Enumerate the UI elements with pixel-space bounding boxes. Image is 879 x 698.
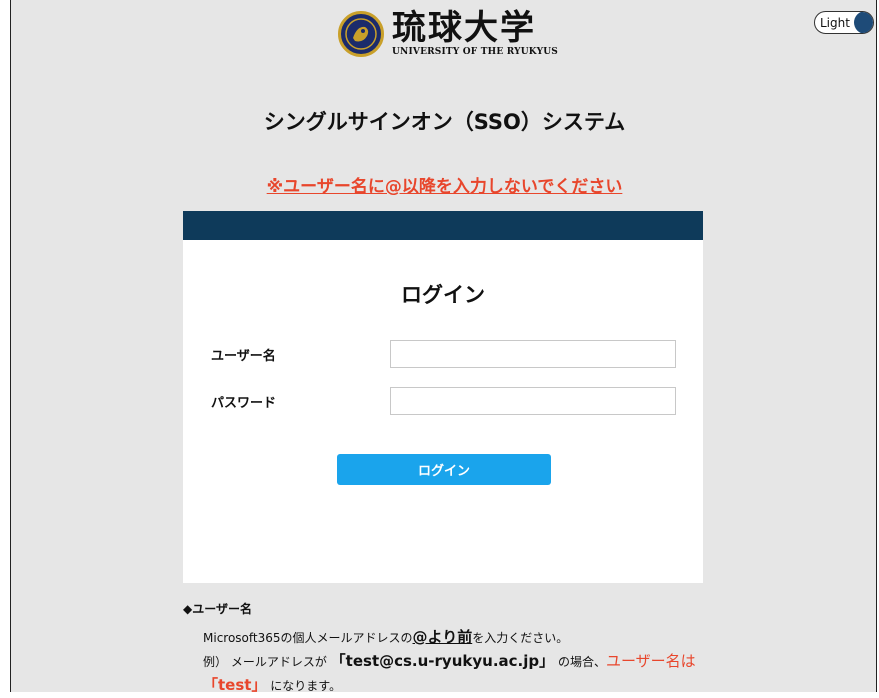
username-note: ◆ユーザー名 Microsoft365の個人メールアドレスの@より前を入力くださ… xyxy=(183,600,743,697)
toggle-knob-icon xyxy=(854,12,873,33)
logo-english: UNIVERSITY OF THE RYUKYUS xyxy=(392,47,558,57)
university-logo: 琉球大学 UNIVERSITY OF THE RYUKYUS xyxy=(338,11,558,57)
login-panel: ログイン ユーザー名 パスワード ログイン xyxy=(183,211,703,583)
username-warning: ※ユーザー名に@以降を入力しないでください xyxy=(266,177,623,197)
password-label: パスワード xyxy=(211,396,277,411)
system-title: シングルサインオン（SSO）システム xyxy=(263,110,626,134)
username-label: ユーザー名 xyxy=(211,349,276,364)
note-line-1: Microsoft365の個人メールアドレスの@より前を入力ください。 xyxy=(183,625,743,649)
note-line2-bracket-close: 」 xyxy=(539,652,555,670)
note-line2-prefix: 例） メールアドレスが xyxy=(203,655,327,669)
logo-kanji: 琉球大学 xyxy=(392,8,536,48)
note-line1-prefix: Microsoft365の個人メールアドレスの xyxy=(203,631,413,645)
note-example-email: test@cs.u-ryukyu.ac.jp xyxy=(345,652,540,670)
login-title: ログイン xyxy=(401,283,485,307)
page-frame: Light 琉球大学 UNIVERSITY OF THE RYUKYUS シング… xyxy=(10,0,877,694)
note-line1-emphasis: @より前 xyxy=(412,628,473,646)
note-heading: ◆ユーザー名 xyxy=(183,602,252,616)
note-line-3: 「test」 になります。 xyxy=(183,673,743,697)
username-input[interactable] xyxy=(390,340,676,368)
note-line-2: 例） メールアドレスが 「test@cs.u-ryukyu.ac.jp」 の場合… xyxy=(183,649,743,673)
note-line2-bracket-open: 「 xyxy=(330,652,346,670)
note-example-username: 「test」 xyxy=(203,676,267,694)
note-line2-suffix: の場合、 xyxy=(557,655,606,669)
note-line3-suffix: になります。 xyxy=(270,679,342,693)
note-line1-suffix: を入力ください。 xyxy=(472,631,569,645)
theme-toggle-label: Light xyxy=(820,15,850,30)
university-seal-icon xyxy=(338,11,384,57)
note-line2-red: ユーザー名は xyxy=(605,652,696,670)
password-input[interactable] xyxy=(390,387,676,415)
login-button[interactable]: ログイン xyxy=(337,454,551,485)
theme-toggle[interactable]: Light xyxy=(814,11,874,34)
login-panel-header-bar xyxy=(183,211,703,240)
